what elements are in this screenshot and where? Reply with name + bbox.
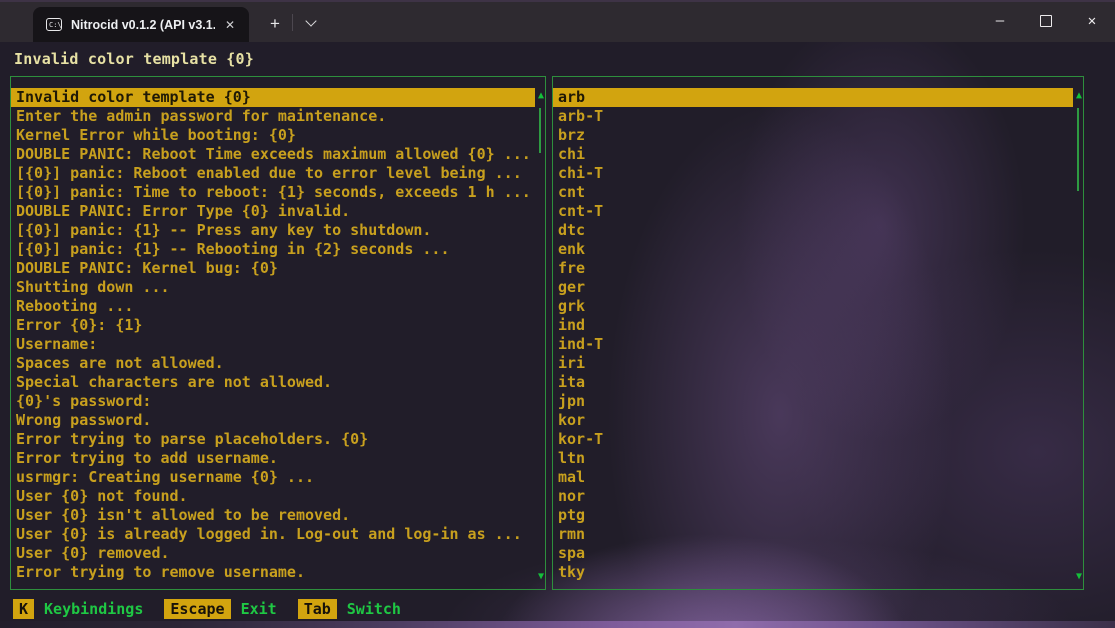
scroll-up-icon[interactable]: ▲	[1076, 91, 1082, 101]
list-item[interactable]: ltn	[553, 449, 1073, 468]
list-item[interactable]: DOUBLE PANIC: Kernel bug: {0}	[11, 259, 535, 278]
terminal-screen: Invalid color template {0} Invalid color…	[0, 42, 1115, 628]
list-item[interactable]: User {0} isn't allowed to be removed.	[11, 506, 535, 525]
scroll-down-icon[interactable]: ▼	[1076, 572, 1082, 582]
hint-label: Keybindings	[44, 600, 143, 618]
list-item[interactable]: enk	[553, 240, 1073, 259]
list-item[interactable]: Error trying to remove username.	[11, 563, 535, 582]
list-item[interactable]: Kernel Error while booting: {0}	[11, 126, 535, 145]
languages-list: arb arb-T brz chi chi-T cnt cnt-T dtc en…	[553, 77, 1073, 589]
list-item[interactable]: Error trying to parse placeholders. {0}	[11, 430, 535, 449]
list-item[interactable]: User {0} not found.	[11, 487, 535, 506]
list-item[interactable]: Error trying to add username.	[11, 449, 535, 468]
app-window: C:\ Nitrocid v0.1.2 (API v3.1.27.48 ✕ + …	[0, 0, 1115, 628]
list-item[interactable]: chi-T	[553, 164, 1073, 183]
hint-label: Switch	[347, 600, 401, 618]
page-title: Invalid color template {0}	[14, 50, 254, 68]
list-item[interactable]: cnt	[553, 183, 1073, 202]
list-item[interactable]: Enter the admin password for maintenance…	[11, 107, 535, 126]
tab-bar-divider	[292, 14, 293, 31]
list-item[interactable]: fre	[553, 259, 1073, 278]
list-item[interactable]: usrmgr: Creating username {0} ...	[11, 468, 535, 487]
list-item[interactable]: [{0}] panic: {1} -- Press any key to shu…	[11, 221, 535, 240]
list-item[interactable]: [{0}] panic: {1} -- Rebooting in {2} sec…	[11, 240, 535, 259]
list-item[interactable]: iri	[553, 354, 1073, 373]
list-item[interactable]: kor-T	[553, 430, 1073, 449]
list-item[interactable]: brz	[553, 126, 1073, 145]
list-item[interactable]: ita	[553, 373, 1073, 392]
list-item[interactable]: ind	[553, 316, 1073, 335]
list-item[interactable]: spa	[553, 544, 1073, 563]
list-item[interactable]: kor	[553, 411, 1073, 430]
new-tab-button[interactable]: +	[264, 12, 286, 36]
list-item[interactable]: User {0} removed.	[11, 544, 535, 563]
window-controls: – ✕	[977, 0, 1115, 42]
list-item[interactable]: ind-T	[553, 335, 1073, 354]
hint-switch[interactable]: Tab Switch	[298, 599, 401, 619]
tab-dropdown-button[interactable]	[299, 10, 323, 29]
status-bar: K Keybindings Escape Exit Tab Switch	[13, 599, 401, 619]
list-item[interactable]: chi	[553, 145, 1073, 164]
scrollbar-thumb[interactable]	[1077, 108, 1079, 191]
list-item[interactable]: Username:	[11, 335, 535, 354]
key-badge: Escape	[164, 599, 230, 619]
list-item[interactable]: arb	[553, 88, 1073, 107]
list-item[interactable]: mal	[553, 468, 1073, 487]
terminal-icon: C:\	[46, 18, 62, 31]
maximize-button[interactable]	[1023, 0, 1069, 42]
list-item[interactable]: grk	[553, 297, 1073, 316]
key-badge: Tab	[298, 599, 337, 619]
hint-exit[interactable]: Escape Exit	[164, 599, 276, 619]
list-item[interactable]: Special characters are not allowed.	[11, 373, 535, 392]
list-item[interactable]: arb-T	[553, 107, 1073, 126]
key-badge: K	[13, 599, 34, 619]
terminal-tab[interactable]: C:\ Nitrocid v0.1.2 (API v3.1.27.48 ✕	[33, 7, 249, 42]
close-button[interactable]: ✕	[1069, 0, 1115, 42]
list-item[interactable]: dtc	[553, 221, 1073, 240]
list-item[interactable]: [{0}] panic: Reboot enabled due to error…	[11, 164, 535, 183]
list-item[interactable]: Shutting down ...	[11, 278, 535, 297]
list-item[interactable]: tky	[553, 563, 1073, 582]
list-item[interactable]: Rebooting ...	[11, 297, 535, 316]
list-item[interactable]: jpn	[553, 392, 1073, 411]
tab-bar: C:\ Nitrocid v0.1.2 (API v3.1.27.48 ✕ + …	[0, 0, 1115, 42]
list-item[interactable]: Spaces are not allowed.	[11, 354, 535, 373]
maximize-icon	[1040, 15, 1052, 27]
hint-label: Exit	[241, 600, 277, 618]
list-item[interactable]: cnt-T	[553, 202, 1073, 221]
window-top-border	[0, 0, 1115, 2]
list-item[interactable]: DOUBLE PANIC: Reboot Time exceeds maximu…	[11, 145, 535, 164]
tab-title: Nitrocid v0.1.2 (API v3.1.27.48	[71, 18, 215, 32]
scroll-down-icon[interactable]: ▼	[538, 572, 544, 582]
strings-list: Invalid color template {0} Enter the adm…	[11, 77, 535, 589]
list-item[interactable]: ger	[553, 278, 1073, 297]
wallpaper-bottom-edge	[0, 621, 1115, 628]
list-item[interactable]: User {0} is already logged in. Log-out a…	[11, 525, 535, 544]
list-item[interactable]: ptg	[553, 506, 1073, 525]
list-item[interactable]: DOUBLE PANIC: Error Type {0} invalid.	[11, 202, 535, 221]
list-item[interactable]: Error {0}: {1}	[11, 316, 535, 335]
list-item[interactable]: [{0}] panic: Time to reboot: {1} seconds…	[11, 183, 535, 202]
close-tab-icon[interactable]: ✕	[221, 17, 239, 33]
list-item[interactable]: rmn	[553, 525, 1073, 544]
minimize-button[interactable]: –	[977, 0, 1023, 42]
list-item[interactable]: {0}'s password:	[11, 392, 535, 411]
strings-panel: Invalid color template {0} Enter the adm…	[10, 76, 546, 590]
list-item[interactable]: nor	[553, 487, 1073, 506]
scrollbar-thumb[interactable]	[539, 108, 541, 153]
scroll-up-icon[interactable]: ▲	[538, 91, 544, 101]
languages-panel: arb arb-T brz chi chi-T cnt cnt-T dtc en…	[552, 76, 1084, 590]
list-item[interactable]: Wrong password.	[11, 411, 535, 430]
chevron-down-icon	[305, 15, 316, 26]
list-item[interactable]: Invalid color template {0}	[11, 88, 535, 107]
hint-keybindings[interactable]: K Keybindings	[13, 599, 143, 619]
